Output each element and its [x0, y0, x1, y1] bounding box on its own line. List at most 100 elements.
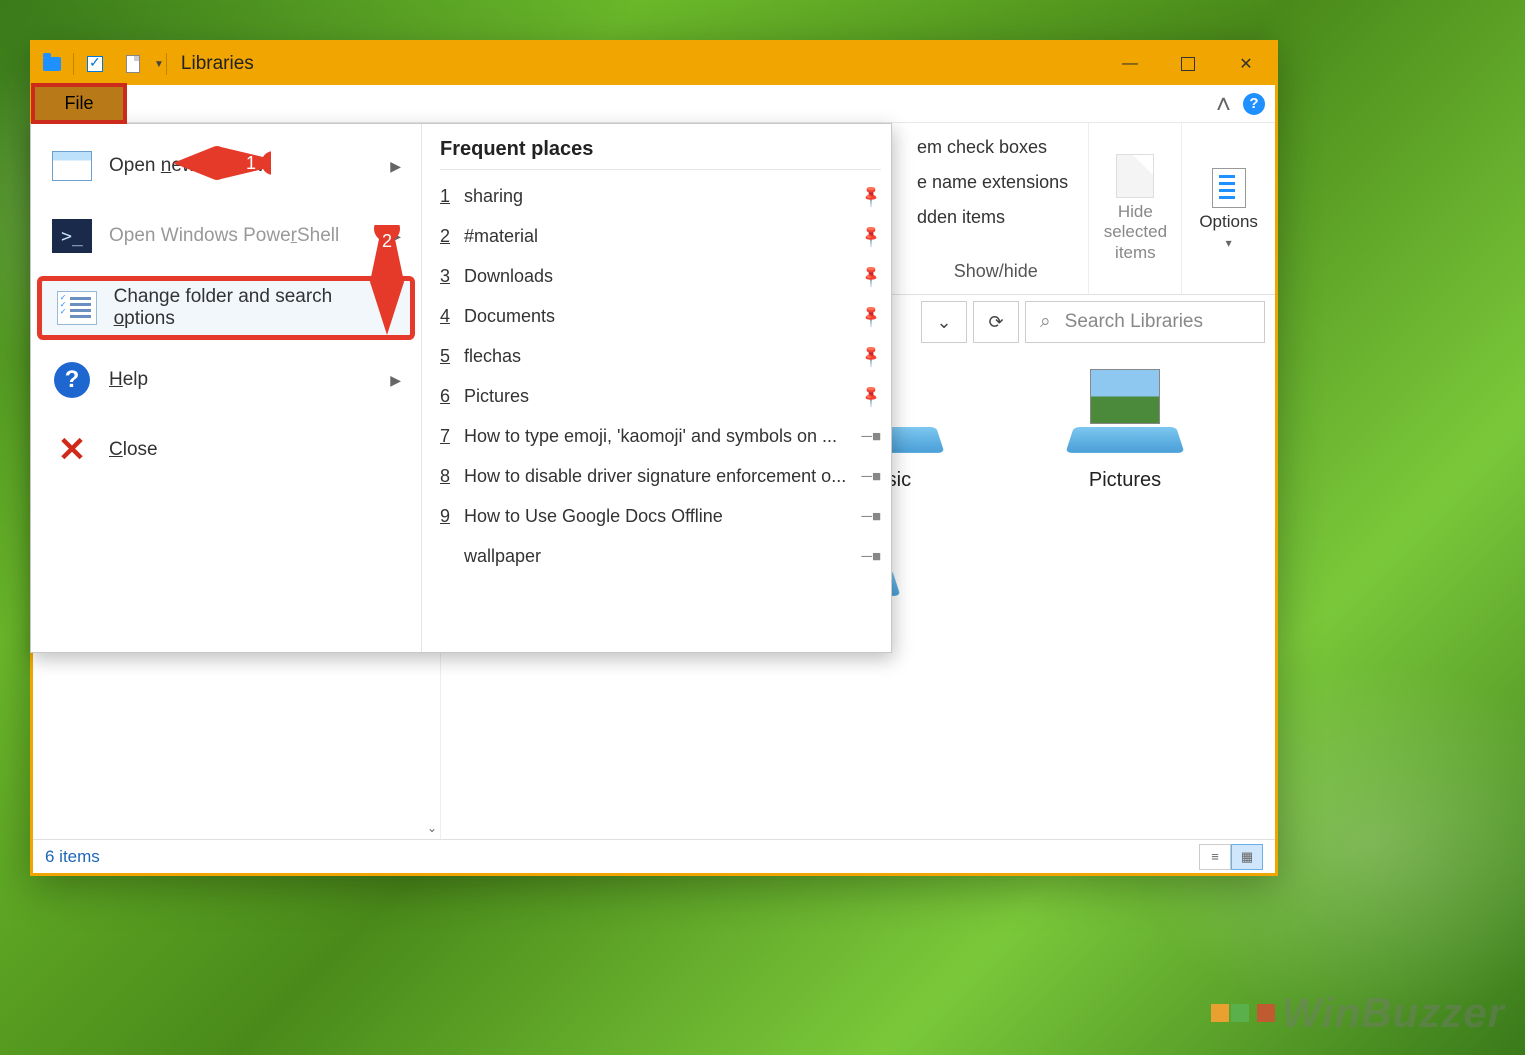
options-button[interactable]: Options ▾: [1182, 123, 1275, 294]
close-icon: ✕: [51, 432, 93, 468]
qa-divider: [73, 53, 74, 75]
frequent-index: 6: [440, 386, 464, 407]
pin-icon[interactable]: 📌: [859, 183, 885, 209]
frequent-label: Pictures: [464, 386, 862, 407]
search-icon: ⌕: [1040, 311, 1051, 333]
pin-icon[interactable]: 📌: [859, 303, 885, 329]
file-menu-item-2[interactable]: Change folder and search options: [37, 276, 415, 340]
search-input[interactable]: ⌕ Search Libraries: [1025, 301, 1265, 343]
frequent-index: 5: [440, 346, 464, 367]
pin-icon[interactable]: 📌: [859, 383, 885, 409]
frequent-label: How to Use Google Docs Offline: [464, 506, 861, 527]
frequent-place-item[interactable]: 2#material📌: [440, 216, 881, 256]
frequent-index: 1: [440, 186, 464, 207]
unpin-icon[interactable]: ─■: [861, 508, 881, 525]
app-icon[interactable]: [33, 43, 71, 85]
pin-icon[interactable]: 📌: [859, 343, 885, 369]
unpin-icon[interactable]: ─■: [861, 428, 881, 445]
watermark: WinBuzzer: [1210, 989, 1505, 1037]
thumbnails-view-button[interactable]: ▦: [1231, 844, 1263, 870]
hide-selected-icon: [1116, 154, 1154, 198]
frequent-place-item[interactable]: 5flechas📌: [440, 336, 881, 376]
chevron-right-icon: ▶: [390, 158, 401, 175]
refresh-button[interactable]: ⟳: [973, 301, 1019, 343]
watermark-logo-icon: [1210, 1003, 1250, 1023]
frequent-label: #material: [464, 226, 862, 247]
file-menu-item-label: Close: [109, 439, 158, 461]
frequent-index: 3: [440, 266, 464, 287]
ps-icon: >_: [51, 218, 93, 254]
frequent-label: wallpaper: [464, 546, 861, 567]
options-icon: [1212, 168, 1246, 208]
ribbon-check-hidden[interactable]: dden items: [917, 207, 1074, 228]
watermark-logo-icon-2: [1256, 1003, 1276, 1023]
frequent-index: 7: [440, 426, 464, 447]
close-button[interactable]: ✕: [1217, 43, 1275, 85]
frequent-label: flechas: [464, 346, 862, 367]
frequent-index: 4: [440, 306, 464, 327]
frequent-label: Documents: [464, 306, 862, 327]
unpin-icon[interactable]: ─■: [861, 548, 881, 565]
pin-icon[interactable]: 📌: [859, 223, 885, 249]
frequent-index: 8: [440, 466, 464, 487]
frequent-place-item[interactable]: 6Pictures📌: [440, 376, 881, 416]
frequent-place-item[interactable]: 1sharing📌: [440, 176, 881, 216]
frequent-place-item[interactable]: 9How to Use Google Docs Offline─■: [440, 496, 881, 536]
frequent-place-item[interactable]: 4Documents📌: [440, 296, 881, 336]
item-count-label: 6 items: [45, 847, 100, 867]
svg-text:1: 1: [246, 153, 256, 173]
help-icon[interactable]: ?: [1243, 93, 1265, 115]
qa-newfolder-icon[interactable]: [114, 43, 152, 85]
sidebar-scroll-down-icon[interactable]: ⌄: [427, 821, 437, 835]
status-bar: 6 items ≡ ▦: [33, 839, 1275, 873]
file-menu-item-3[interactable]: ? Help ▶: [37, 348, 415, 412]
frequent-index: 2: [440, 226, 464, 247]
frequent-label: sharing: [464, 186, 862, 207]
annotation-callout-2: 2: [367, 225, 407, 335]
file-menu-item-4[interactable]: ✕ Close: [37, 418, 415, 482]
file-tab[interactable]: File: [31, 83, 127, 124]
frequent-index: 9: [440, 506, 464, 527]
file-menu-item-label: Help: [109, 369, 148, 391]
options-dropdown-icon[interactable]: ▾: [1226, 236, 1232, 250]
ribbon-check-item-boxes[interactable]: em check boxes: [917, 137, 1074, 158]
pin-icon[interactable]: 📌: [859, 263, 885, 289]
frequent-label: How to disable driver signature enforcem…: [464, 466, 861, 487]
maximize-button[interactable]: [1159, 43, 1217, 85]
explorer-window: ▼ Libraries — ✕ File ˄ ? Open new window…: [30, 40, 1278, 876]
frequent-place-item[interactable]: wallpaper─■: [440, 536, 881, 576]
newwin-icon: [51, 148, 93, 184]
file-menu-panel: Open new window▶>_Open Windows PowerShel…: [30, 123, 892, 653]
svg-text:2: 2: [382, 231, 392, 251]
opts-icon: [56, 290, 98, 326]
watermark-text: WinBuzzer: [1282, 989, 1505, 1037]
unpin-icon[interactable]: ─■: [861, 468, 881, 485]
qa-properties-icon[interactable]: [76, 43, 114, 85]
collapse-ribbon-icon[interactable]: ˄: [1216, 91, 1231, 117]
file-menu-item-label: Change folder and search options: [114, 286, 396, 330]
file-menu-item-label: Open Windows PowerShell: [109, 225, 339, 247]
library-item-label: Pictures: [1089, 469, 1161, 492]
qa-divider-2: [166, 53, 167, 75]
frequent-place-item[interactable]: 3Downloads📌: [440, 256, 881, 296]
search-placeholder: Search Libraries: [1065, 311, 1203, 333]
history-dropdown-button[interactable]: ⌄: [921, 301, 967, 343]
ribbon-tabrow: File ˄ ? Open new window▶>_Open Windows …: [33, 85, 1275, 123]
ribbon-group-label-showhide: Show/hide: [917, 261, 1074, 286]
chevron-right-icon: ▶: [390, 372, 401, 389]
details-view-button[interactable]: ≡: [1199, 844, 1231, 870]
pictures-tile-icon: [1070, 369, 1180, 459]
window-title: Libraries: [181, 53, 254, 75]
frequent-place-item[interactable]: 8How to disable driver signature enforce…: [440, 456, 881, 496]
library-item-pictures[interactable]: Pictures: [1045, 369, 1205, 492]
qa-customize-icon[interactable]: ▼: [154, 59, 164, 70]
help-icon: ?: [51, 362, 93, 398]
minimize-button[interactable]: —: [1101, 43, 1159, 85]
frequent-label: Downloads: [464, 266, 862, 287]
annotation-callout-1: 1: [173, 143, 271, 183]
hide-selected-button[interactable]: Hide selected items: [1089, 123, 1182, 294]
ribbon-check-extensions[interactable]: e name extensions: [917, 172, 1074, 193]
file-menu-item-1: >_Open Windows PowerShell▶: [37, 204, 415, 268]
frequent-place-item[interactable]: 7How to type emoji, 'kaomoji' and symbol…: [440, 416, 881, 456]
frequent-label: How to type emoji, 'kaomoji' and symbols…: [464, 426, 861, 447]
